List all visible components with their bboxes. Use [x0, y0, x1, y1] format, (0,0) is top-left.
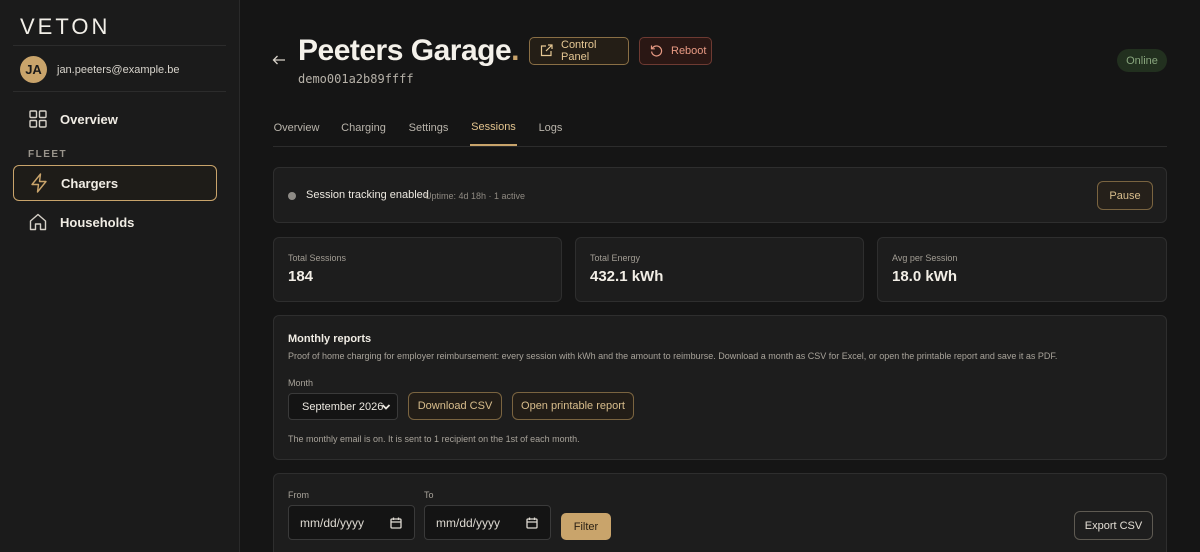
tracking-uptime: Uptime: 4d 18h · 1 active [425, 191, 526, 201]
divider [13, 45, 226, 46]
lightning-icon [28, 172, 50, 194]
tab-charging[interactable]: Charging [340, 110, 387, 146]
export-csv-button[interactable]: Export CSV [1074, 511, 1153, 540]
status-badge: Online [1117, 49, 1167, 72]
reboot-icon [650, 44, 663, 58]
open-printable-report-button[interactable]: Open printable report [512, 392, 634, 420]
control-panel-label: Control Panel [561, 39, 597, 63]
sidebar-item-chargers[interactable]: Chargers [13, 165, 217, 201]
home-icon [27, 211, 49, 233]
to-date-input[interactable]: mm/dd/yyyy [424, 505, 551, 540]
avatar: JA [20, 56, 47, 83]
to-label: To [424, 490, 434, 500]
stat-label: Avg per Session [892, 253, 958, 263]
stat-value: 18.0 kWh [892, 268, 958, 285]
tab-logs[interactable]: Logs [537, 110, 564, 146]
control-panel-button[interactable]: Control Panel [529, 37, 629, 65]
divider [13, 91, 226, 92]
sidebar-item-households[interactable]: Households [13, 204, 217, 240]
reports-email-note: The monthly email is on. It is sent to 1… [288, 434, 580, 444]
calendar-icon[interactable] [390, 517, 402, 529]
monthly-reports-card: Monthly reports Proof of home charging f… [273, 315, 1167, 460]
device-id: demo001a2b89ffff [298, 72, 414, 86]
reports-title: Monthly reports [288, 333, 372, 345]
tracking-label: Session tracking enabled [306, 189, 429, 201]
grid-icon [27, 108, 49, 130]
filter-button[interactable]: Filter [561, 513, 611, 540]
user-profile[interactable]: JA jan.peeters@example.be [20, 56, 179, 83]
page-title: Peeters Garage. [298, 34, 519, 67]
to-date-placeholder: mm/dd/yyyy [436, 515, 501, 530]
sidebar: VETON JA jan.peeters@example.be Overview… [0, 0, 240, 552]
app-logo[interactable]: VETON [20, 14, 110, 40]
sidebar-item-label: Overview [60, 111, 118, 127]
user-email: jan.peeters@example.be [57, 63, 180, 76]
stat-card-avg-per-session: Avg per Session 18.0 kWh [877, 237, 1167, 302]
sidebar-item-label: Chargers [61, 175, 119, 191]
tab-overview[interactable]: Overview [273, 110, 320, 146]
session-tracking-card: Session tracking enabled Uptime: 4d 18h … [273, 167, 1167, 223]
pause-button[interactable]: Pause [1097, 181, 1153, 210]
stat-value: 184 [288, 268, 314, 285]
section-label-fleet: FLEET [28, 149, 68, 160]
month-select[interactable]: September 2026 [288, 393, 398, 420]
chevron-down-icon [381, 402, 391, 412]
tab-bar: Overview Charging Settings Sessions Logs [273, 110, 1167, 147]
sidebar-item-overview[interactable]: Overview [13, 101, 217, 137]
stat-card-total-energy: Total Energy 432.1 kWh [575, 237, 864, 302]
back-arrow-icon[interactable] [272, 52, 286, 68]
stat-value: 432.1 kWh [590, 268, 664, 285]
stat-label: Total Energy [590, 253, 641, 263]
reports-description: Proof of home charging for employer reim… [288, 351, 1058, 361]
sidebar-item-label: Households [60, 214, 135, 230]
reboot-label: Reboot [671, 45, 707, 57]
month-select-value: September 2026 [302, 400, 384, 413]
tab-settings[interactable]: Settings [407, 110, 450, 146]
month-label: Month [288, 378, 314, 388]
tab-sessions[interactable]: Sessions [470, 110, 517, 146]
calendar-icon[interactable] [526, 517, 538, 529]
reboot-button[interactable]: Reboot [639, 37, 712, 65]
session-filter-card: From mm/dd/yyyy To mm/dd/yyyy Filter Exp… [273, 473, 1167, 552]
tracking-status-dot [288, 192, 296, 200]
from-date-placeholder: mm/dd/yyyy [300, 515, 365, 530]
download-csv-button[interactable]: Download CSV [408, 392, 502, 420]
external-link-icon [540, 44, 553, 58]
from-label: From [288, 490, 309, 500]
stat-label: Total Sessions [288, 253, 347, 263]
from-date-input[interactable]: mm/dd/yyyy [288, 505, 415, 540]
title-dot: . [511, 34, 519, 67]
stat-card-total-sessions: Total Sessions 184 [273, 237, 562, 302]
